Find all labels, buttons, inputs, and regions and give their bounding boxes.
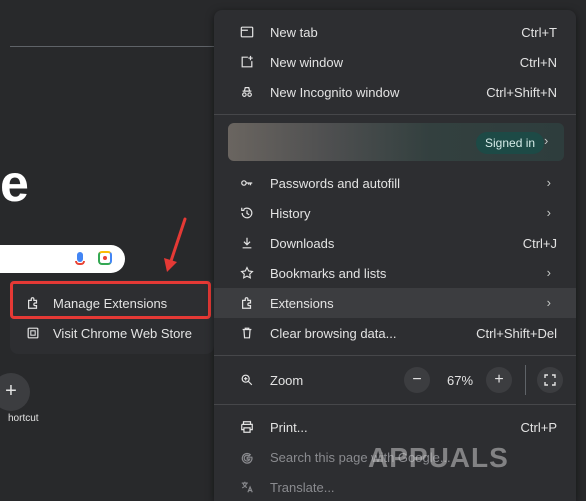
- menu-item-extensions[interactable]: Extensions ›: [214, 288, 576, 318]
- add-shortcut-label: hortcut: [8, 413, 39, 424]
- new-tab-icon: [240, 26, 254, 38]
- menu-item-translate[interactable]: Translate...: [214, 472, 576, 501]
- translate-label: Translate...: [270, 480, 335, 495]
- appuals-watermark: APPUALS: [368, 442, 509, 473]
- chevron-right-icon: ›: [546, 295, 551, 310]
- passwords-label: Passwords and autofill: [270, 176, 401, 191]
- incognito-icon: [242, 87, 252, 97]
- new-tab-label: New tab: [270, 25, 318, 40]
- menu-item-new-incognito[interactable]: New Incognito window Ctrl+Shift+N: [214, 77, 576, 107]
- google-g-icon: [241, 452, 253, 464]
- star-icon: [240, 266, 254, 279]
- menu-item-passwords[interactable]: Passwords and autofill ›: [214, 168, 576, 198]
- new-incognito-label: New Incognito window: [270, 85, 400, 100]
- print-icon: [241, 421, 253, 433]
- new-window-icon: [241, 55, 253, 68]
- mic-icon[interactable]: [75, 252, 85, 265]
- new-tab-shortcut: Ctrl+T: [521, 25, 557, 40]
- chevron-right-icon: ›: [546, 175, 551, 190]
- lens-icon[interactable]: [98, 251, 112, 265]
- annotation-highlight-box: [10, 281, 211, 319]
- profile-row[interactable]: Signed in ›: [228, 123, 564, 161]
- clear-data-shortcut: Ctrl+Shift+Del: [476, 326, 557, 341]
- new-window-label: New window: [270, 55, 343, 70]
- visit-web-store-item[interactable]: Visit Chrome Web Store: [10, 318, 214, 348]
- key-icon: [241, 180, 253, 186]
- fullscreen-icon: [544, 374, 556, 386]
- print-shortcut: Ctrl+P: [520, 420, 557, 435]
- menu-separator: [214, 114, 576, 115]
- chrome-main-menu: New tab Ctrl+T New window Ctrl+N New Inc…: [214, 10, 576, 501]
- menu-item-zoom: Zoom: [214, 365, 576, 395]
- print-label: Print...: [270, 420, 308, 435]
- signed-in-badge: Signed in: [476, 132, 545, 154]
- clear-data-label: Clear browsing data...: [270, 326, 397, 341]
- bookmarks-label: Bookmarks and lists: [270, 266, 387, 281]
- background-divider: [10, 46, 230, 47]
- visit-web-store-label: Visit Chrome Web Store: [53, 325, 192, 341]
- downloads-label: Downloads: [270, 236, 335, 251]
- zoom-out-button[interactable]: −: [404, 367, 430, 393]
- downloads-shortcut: Ctrl+J: [522, 236, 557, 251]
- puzzle-icon: [242, 297, 252, 309]
- translate-icon: [241, 481, 253, 493]
- zoom-level: 67%: [446, 373, 474, 388]
- new-window-shortcut: Ctrl+N: [519, 55, 557, 70]
- history-icon: [241, 207, 253, 219]
- menu-separator: [214, 404, 576, 405]
- store-icon: [27, 327, 39, 339]
- menu-item-clear-data[interactable]: Clear browsing data... Ctrl+Shift+Del: [214, 318, 576, 348]
- menu-item-history[interactable]: History ›: [214, 198, 576, 228]
- zoom-label: Zoom: [270, 373, 304, 388]
- fullscreen-button[interactable]: [537, 367, 563, 393]
- new-incognito-shortcut: Ctrl+Shift+N: [486, 85, 557, 100]
- trash-icon: [242, 327, 252, 339]
- red-arrow-icon: [164, 217, 187, 272]
- search-box[interactable]: [0, 245, 125, 273]
- chevron-right-icon: ›: [546, 205, 551, 220]
- history-label: History: [270, 206, 311, 221]
- menu-item-bookmarks[interactable]: Bookmarks and lists ›: [214, 258, 576, 288]
- extensions-label: Extensions: [270, 296, 334, 311]
- menu-item-new-window[interactable]: New window Ctrl+N: [214, 47, 576, 77]
- chevron-right-icon: ›: [544, 133, 549, 148]
- menu-separator: [214, 355, 576, 356]
- menu-item-print[interactable]: Print... Ctrl+P: [214, 412, 576, 442]
- chevron-right-icon: ›: [546, 265, 551, 280]
- menu-item-new-tab[interactable]: New tab Ctrl+T: [214, 17, 576, 47]
- menu-item-downloads[interactable]: Downloads Ctrl+J: [214, 228, 576, 258]
- zoom-in-button[interactable]: +: [486, 367, 512, 393]
- download-icon: [242, 237, 252, 249]
- zoom-icon: [241, 374, 253, 386]
- zoom-divider: [525, 365, 526, 395]
- google-logo-fragment: e: [0, 155, 29, 213]
